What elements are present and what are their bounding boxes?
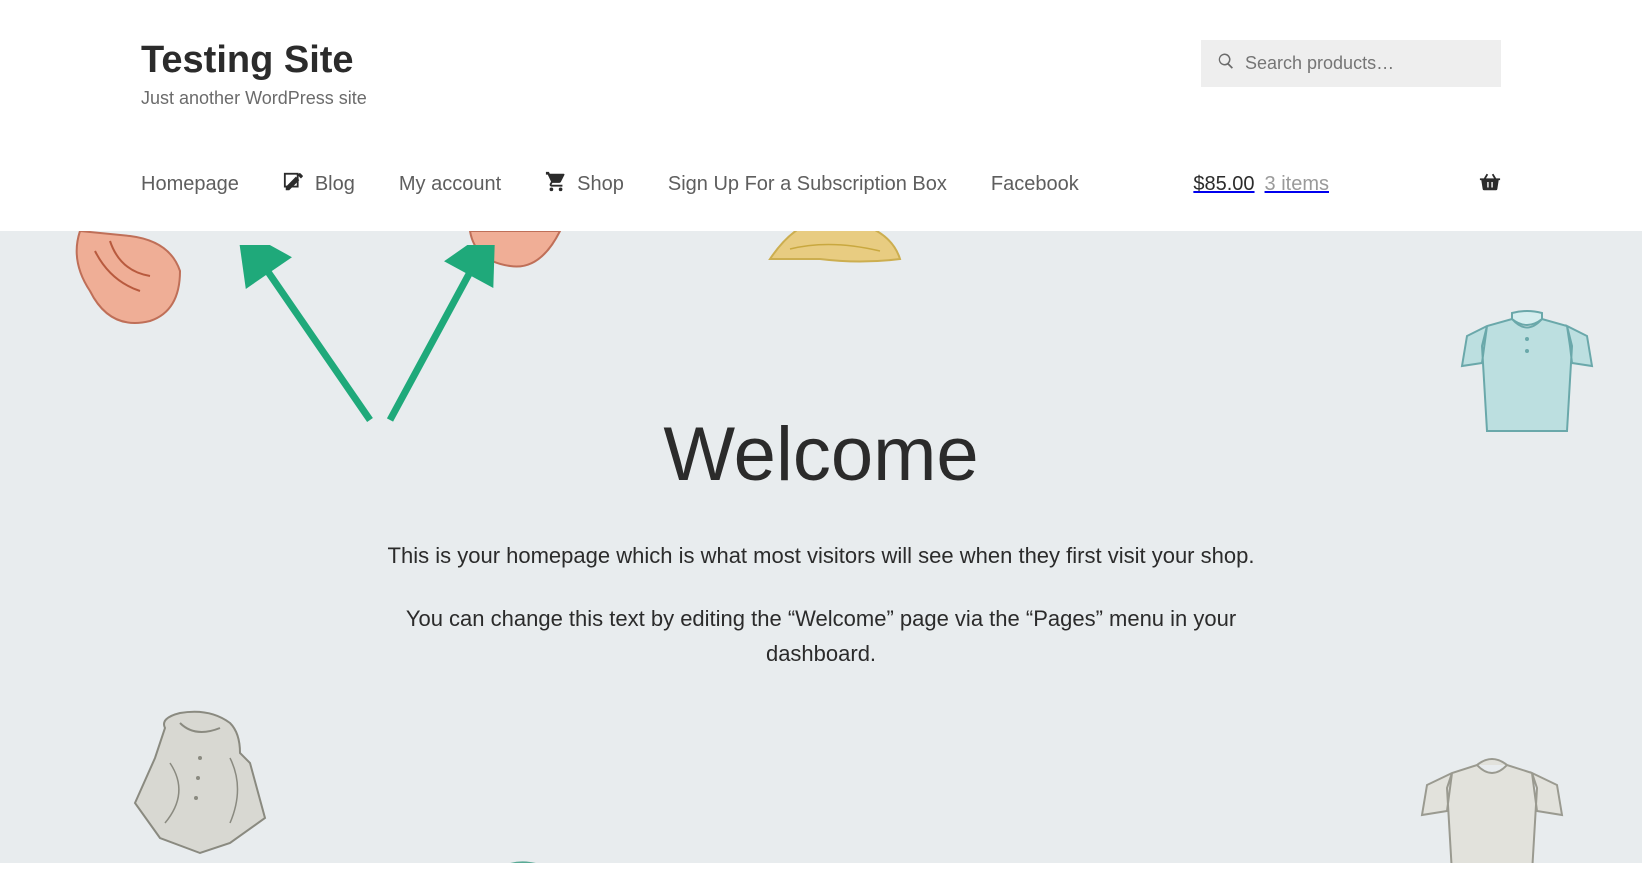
decorative-clothing-sketch: [1442, 291, 1612, 461]
site-branding: Testing Site Just another WordPress site: [141, 40, 367, 109]
decorative-clothing-sketch: [110, 703, 290, 863]
nav-item-subscription[interactable]: Sign Up For a Subscription Box: [668, 159, 947, 210]
cart-icon: [545, 171, 567, 199]
nav-label: Sign Up For a Subscription Box: [668, 173, 947, 196]
nav-item-blog[interactable]: Blog: [283, 157, 355, 213]
hero-text-2: You can change this text by editing the …: [381, 601, 1261, 671]
nav-label: Shop: [577, 173, 624, 196]
site-title[interactable]: Testing Site: [141, 40, 367, 82]
edit-icon: [283, 171, 305, 199]
hero-title: Welcome: [0, 411, 1642, 498]
decorative-clothing-sketch: [460, 231, 570, 281]
decorative-clothing-sketch: [460, 853, 580, 863]
nav-item-my-account[interactable]: My account: [399, 159, 501, 210]
hero-text-1: This is your homepage which is what most…: [381, 538, 1261, 573]
decorative-clothing-sketch: [1402, 743, 1582, 863]
hero-section: Welcome This is your homepage which is w…: [0, 231, 1642, 863]
search-input[interactable]: [1245, 53, 1485, 74]
nav-item-shop[interactable]: Shop: [545, 157, 624, 213]
nav-label: Blog: [315, 173, 355, 196]
nav-item-homepage[interactable]: Homepage: [141, 159, 239, 210]
primary-nav: Homepage Blog My account: [141, 157, 1501, 213]
site-tagline: Just another WordPress site: [141, 88, 367, 109]
decorative-clothing-sketch: [760, 231, 910, 279]
nav-label: Facebook: [991, 173, 1079, 196]
decorative-clothing-sketch: [60, 231, 200, 351]
cart-summary[interactable]: $85.00 3 items: [1193, 171, 1501, 199]
basket-icon: [1339, 171, 1501, 199]
site-header: Testing Site Just another WordPress site…: [0, 0, 1642, 231]
nav-label: My account: [399, 173, 501, 196]
nav-item-facebook[interactable]: Facebook: [991, 159, 1079, 210]
search-box[interactable]: [1201, 40, 1501, 87]
nav-label: Homepage: [141, 173, 239, 196]
search-icon: [1217, 52, 1235, 75]
cart-amount: $85.00: [1193, 173, 1254, 196]
cart-count: 3 items: [1265, 173, 1329, 196]
